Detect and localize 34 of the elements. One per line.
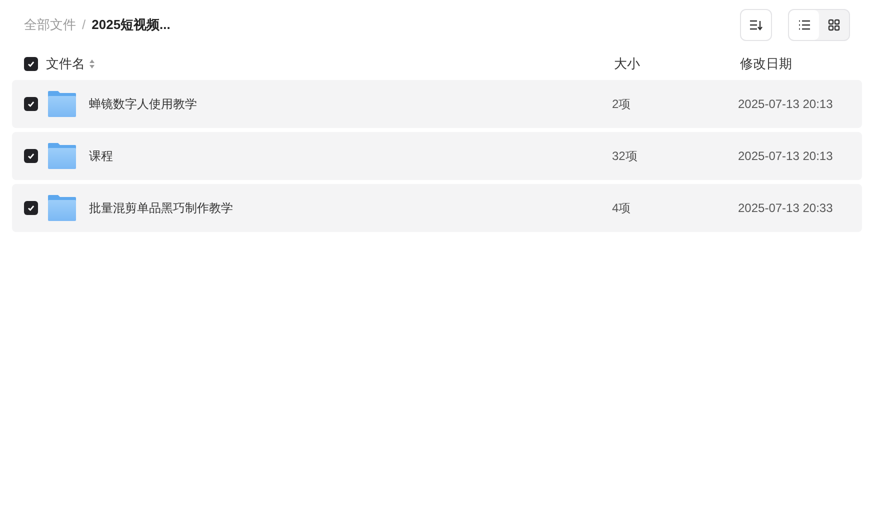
modified-date: 2025-07-13 20:13	[738, 96, 834, 113]
list-icon	[798, 20, 810, 30]
column-header: 大小	[614, 55, 641, 74]
checkbox[interactable]	[24, 57, 38, 71]
file-name[interactable]: 批量混剪单品黑巧制作教学	[89, 199, 233, 217]
file-name[interactable]: 蝉镜数字人使用教学	[89, 95, 197, 113]
column-header[interactable]: 文件名	[46, 54, 85, 74]
file-row[interactable]: 批量混剪单品黑巧制作教学 4项 2025-07-13 20:33	[12, 184, 862, 232]
folder-icon	[47, 90, 77, 118]
check-icon	[27, 204, 35, 212]
column-header: 修改日期	[740, 55, 793, 74]
file-row[interactable]: 蝉镜数字人使用教学 2项 2025-07-13 20:13	[12, 80, 862, 128]
grid-icon	[828, 18, 840, 30]
folder-icon	[47, 194, 77, 222]
file-size: 2项	[612, 96, 632, 113]
file-row[interactable]: 课程 32项 2025-07-13 20:13	[12, 132, 862, 180]
sort-button[interactable]	[740, 8, 772, 40]
sort-icon[interactable]	[89, 59, 95, 69]
checkbox[interactable]	[24, 97, 38, 111]
breadcrumb-separator: /	[82, 16, 86, 34]
modified-date: 2025-07-13 20:33	[738, 200, 834, 217]
modified-date: 2025-07-13 20:13	[738, 148, 834, 165]
checkbox[interactable]	[24, 201, 38, 215]
check-icon	[27, 100, 35, 108]
list-view-button[interactable]	[789, 10, 819, 40]
folder-icon	[47, 142, 77, 170]
check-icon	[27, 60, 35, 68]
file-name[interactable]: 课程	[89, 147, 113, 165]
file-size: 32项	[612, 148, 638, 165]
file-size: 4项	[612, 200, 632, 217]
check-icon	[27, 152, 35, 160]
breadcrumb-item[interactable]: 2025短视频...	[92, 14, 170, 34]
checkbox[interactable]	[24, 149, 38, 163]
sort-icon	[749, 18, 763, 30]
